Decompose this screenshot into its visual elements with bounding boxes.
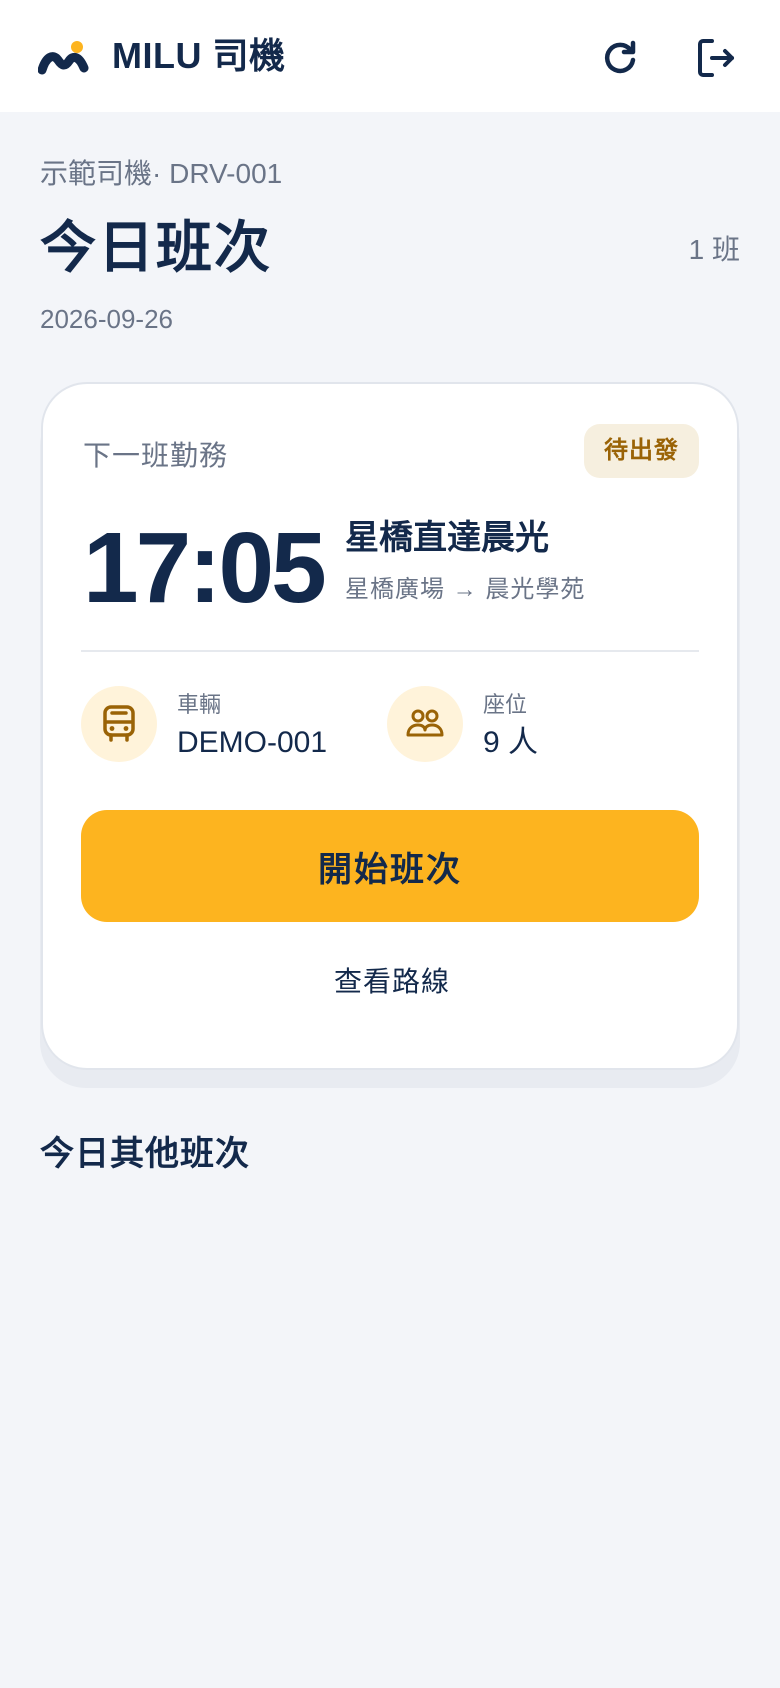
app-title: MILU 司機 — [112, 35, 286, 76]
logout-icon — [698, 39, 734, 77]
driver-info: 示範司機· DRV-001 — [40, 158, 283, 189]
logout-button[interactable] — [688, 30, 744, 86]
refresh-button[interactable] — [592, 30, 648, 86]
start-trip-button[interactable]: 開始班次 — [81, 810, 699, 922]
vehicle-label: 車輛 — [177, 692, 222, 717]
next-trip-label: 下一班勤務 — [83, 440, 229, 471]
refresh-icon — [604, 40, 636, 74]
route-name: 星橋直達晨光 — [345, 519, 549, 557]
next-trip-card: 下一班勤務 待出發 17:05 星橋直達晨光 星橋廣場 → 晨光學苑 車輛 DE… — [41, 382, 739, 1070]
users-icon — [406, 709, 444, 737]
seats-value: 9 人 — [483, 726, 539, 759]
milu-logo-icon — [38, 41, 89, 75]
bus-icon — [103, 705, 135, 742]
route-path: 星橋廣場 → 晨光學苑 — [345, 576, 586, 603]
current-date: 2026-09-26 — [40, 304, 173, 334]
status-badge: 待出發 — [584, 424, 699, 478]
seats-label: 座位 — [483, 692, 528, 717]
departure-time: 17:05 — [83, 512, 327, 624]
app-header: MILU 司機 — [0, 0, 780, 112]
seats-icon-badge — [387, 686, 463, 762]
page-title: 今日班次 — [40, 216, 272, 279]
trip-count: 1 班 — [688, 234, 740, 265]
divider — [81, 650, 699, 652]
view-route-link[interactable]: 查看路線 — [43, 964, 741, 1000]
vehicle-icon-badge — [81, 686, 157, 762]
other-trips-title: 今日其他班次 — [40, 1135, 250, 1173]
vehicle-value: DEMO-001 — [177, 726, 328, 759]
